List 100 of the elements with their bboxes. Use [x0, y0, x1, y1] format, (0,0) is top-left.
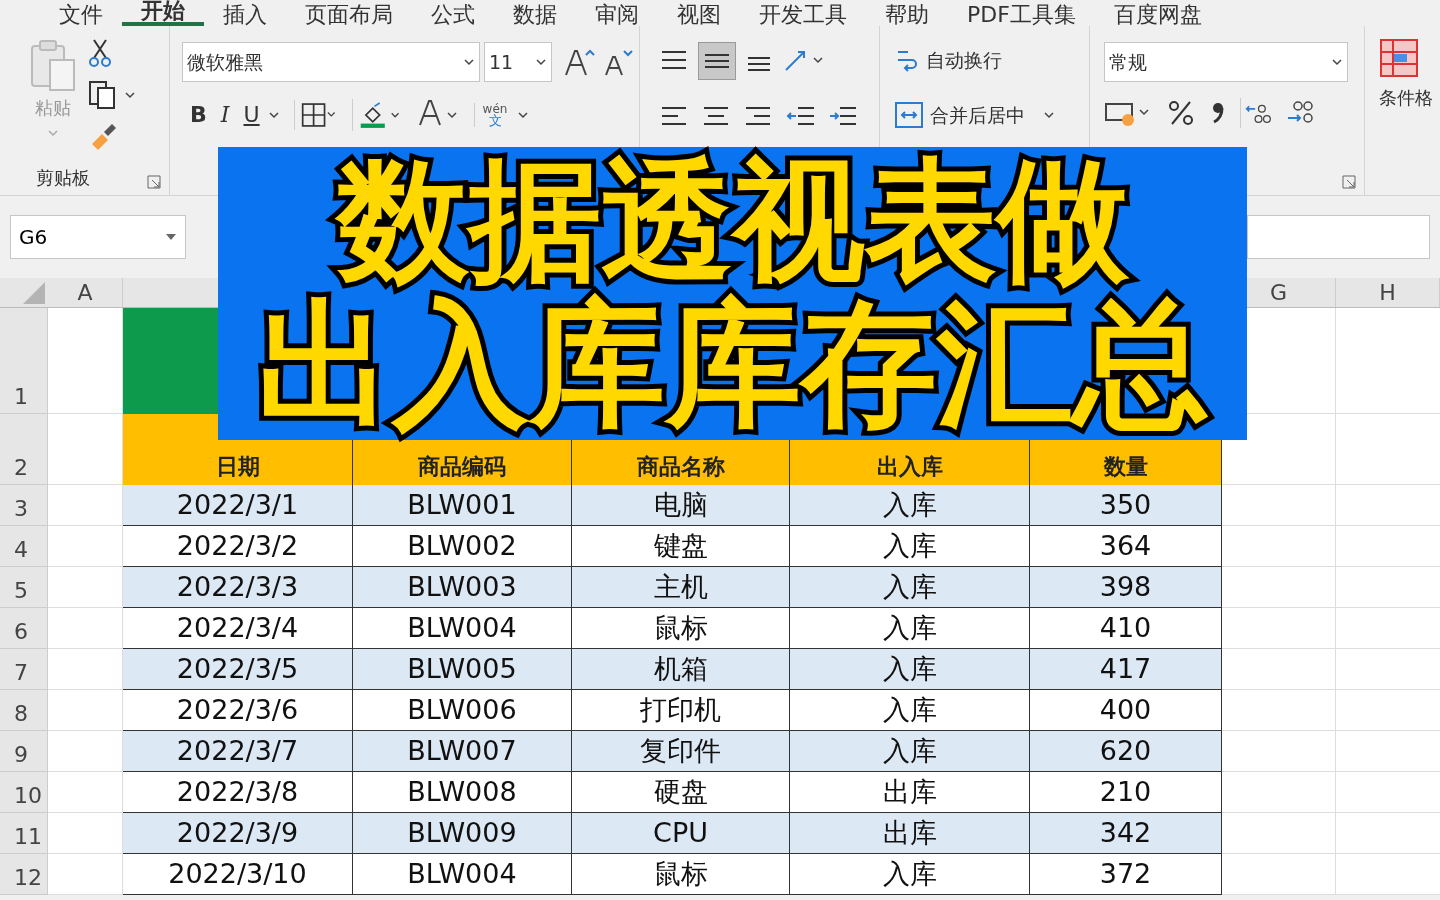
merge-center-icon[interactable] [894, 100, 924, 129]
table-cell: 键盘 [572, 526, 790, 567]
wrap-text-button[interactable]: 自动换行 [894, 46, 1089, 75]
row-header[interactable]: 6 [0, 608, 48, 649]
name-box[interactable]: G6 [10, 215, 186, 259]
caret-icon[interactable] [124, 91, 136, 99]
borders-icon[interactable] [293, 99, 338, 130]
row-header[interactable]: 1 [0, 308, 48, 414]
row-header[interactable]: 8 [0, 690, 48, 731]
column-heading: 商品名称 [636, 453, 725, 481]
ribbon-tab[interactable]: 开始 [122, 0, 204, 26]
row-header[interactable]: 5 [0, 567, 48, 608]
font-name-value: 微软雅黑 [187, 49, 263, 75]
row-header[interactable]: 3 [0, 485, 48, 526]
table-cell: 342 [1030, 813, 1222, 854]
italic-button[interactable]: I [220, 98, 230, 131]
name-box-value: G6 [19, 224, 48, 251]
table-cell: 入库 [790, 854, 1030, 895]
table-cell: 2022/3/4 [123, 608, 353, 649]
ribbon-tab[interactable]: 百度网盘 [1094, 4, 1221, 26]
formula-field[interactable] [1247, 215, 1430, 259]
table-cell: 2022/3/7 [123, 731, 353, 772]
table-cell: 入库 [790, 690, 1030, 731]
caret-icon[interactable] [517, 110, 530, 119]
number-format-value: 常规 [1109, 49, 1147, 75]
ribbon-tab[interactable]: 开发工具 [740, 4, 866, 26]
table-cell: BLW003 [353, 567, 572, 608]
ribbon-tab[interactable]: 公式 [412, 4, 494, 26]
table-cell: 硬盘 [572, 772, 790, 813]
font-size-field[interactable]: 11 [484, 42, 552, 82]
table-cell: BLW001 [353, 485, 572, 526]
row-header[interactable]: 4 [0, 526, 48, 567]
table-cell: 鼠标 [572, 854, 790, 895]
table-cell: BLW004 [353, 854, 572, 895]
table-cell: 主机 [572, 567, 790, 608]
group-label: 剪贴板 [36, 166, 90, 190]
caret-icon[interactable] [267, 110, 280, 119]
percent-icon[interactable] [1166, 98, 1196, 128]
table-cell: 2022/3/3 [123, 567, 353, 608]
table-cell: 2022/3/9 [123, 813, 353, 854]
caret-icon[interactable] [1331, 58, 1343, 66]
row-header[interactable]: 11 [0, 813, 48, 854]
copy-icon[interactable] [88, 80, 118, 110]
dropdown-arrow-icon[interactable] [165, 233, 177, 241]
table-cell: 入库 [790, 526, 1030, 567]
row-header[interactable]: 9 [0, 731, 48, 772]
fill-color-icon[interactable] [351, 98, 402, 131]
font-size-value: 11 [489, 49, 514, 75]
table-cell: 机箱 [572, 649, 790, 690]
table-cell: 210 [1030, 772, 1222, 813]
ribbon-tab[interactable]: 页面布局 [286, 4, 412, 26]
column-header[interactable]: H [1379, 276, 1396, 309]
row-header[interactable]: 12 [0, 854, 48, 895]
button-label: 合并后居中 [930, 102, 1025, 128]
increase-decimal-icon[interactable] [1240, 98, 1272, 128]
caret-icon[interactable] [463, 58, 475, 66]
table-cell: 400 [1030, 690, 1222, 731]
row-header[interactable]: 2 [0, 414, 48, 485]
table-cell: 复印件 [572, 731, 790, 772]
ribbon-tab[interactable]: 文件 [40, 4, 122, 26]
phonetic-label: wén [482, 102, 508, 115]
column-header[interactable]: A [77, 276, 93, 309]
table-cell: 入库 [790, 731, 1030, 772]
table-cell: 620 [1030, 731, 1222, 772]
dialog-launcher-icon[interactable] [1342, 175, 1356, 189]
row-header[interactable]: 7 [0, 649, 48, 690]
merge-center-button[interactable]: 合并后居中 [894, 100, 1089, 129]
row-header[interactable]: 10 [0, 772, 48, 813]
table-cell: BLW009 [353, 813, 572, 854]
ribbon-tab[interactable]: 审阅 [576, 4, 658, 26]
bold-button[interactable]: B [190, 98, 207, 131]
caret-icon[interactable] [1043, 110, 1055, 119]
table-cell: CPU [572, 813, 790, 854]
table-cell: 鼠标 [572, 608, 790, 649]
banner-title-line: 出入库库存汇总 [256, 291, 1209, 439]
caret-icon[interactable] [535, 58, 547, 66]
table-cell: BLW002 [353, 526, 572, 567]
ribbon-tab[interactable]: 帮助 [866, 4, 948, 26]
underline-button[interactable]: U [243, 98, 260, 131]
ribbon-tab[interactable]: PDF工具集 [948, 4, 1095, 26]
table-cell: 入库 [790, 567, 1030, 608]
table-cell: 2022/3/6 [123, 690, 353, 731]
number-format-field[interactable]: 常规 [1104, 42, 1348, 82]
ribbon-tab[interactable]: 数据 [494, 4, 576, 26]
phonetic-icon[interactable]: wén 文 [482, 102, 508, 127]
conditional-formatting-icon[interactable] [1379, 38, 1419, 78]
ribbon-tab[interactable]: 插入 [204, 4, 286, 26]
table-cell: 364 [1030, 526, 1222, 567]
column-header[interactable]: G [1269, 276, 1288, 309]
ribbon-tab[interactable]: 视图 [658, 4, 740, 26]
font-name-field[interactable]: 微软雅黑 [182, 42, 480, 82]
table-cell: 410 [1030, 608, 1222, 649]
conditional-formatting-button[interactable]: 条件格 [1379, 84, 1433, 111]
column-heading: 出入库 [876, 453, 943, 481]
scissors-icon[interactable] [88, 38, 112, 68]
increase-font-icon[interactable] [562, 47, 596, 77]
dialog-launcher-icon[interactable] [147, 175, 161, 189]
table-cell: 2022/3/5 [123, 649, 353, 690]
table-cell: 电脑 [572, 485, 790, 526]
table-cell: 2022/3/2 [123, 526, 353, 567]
